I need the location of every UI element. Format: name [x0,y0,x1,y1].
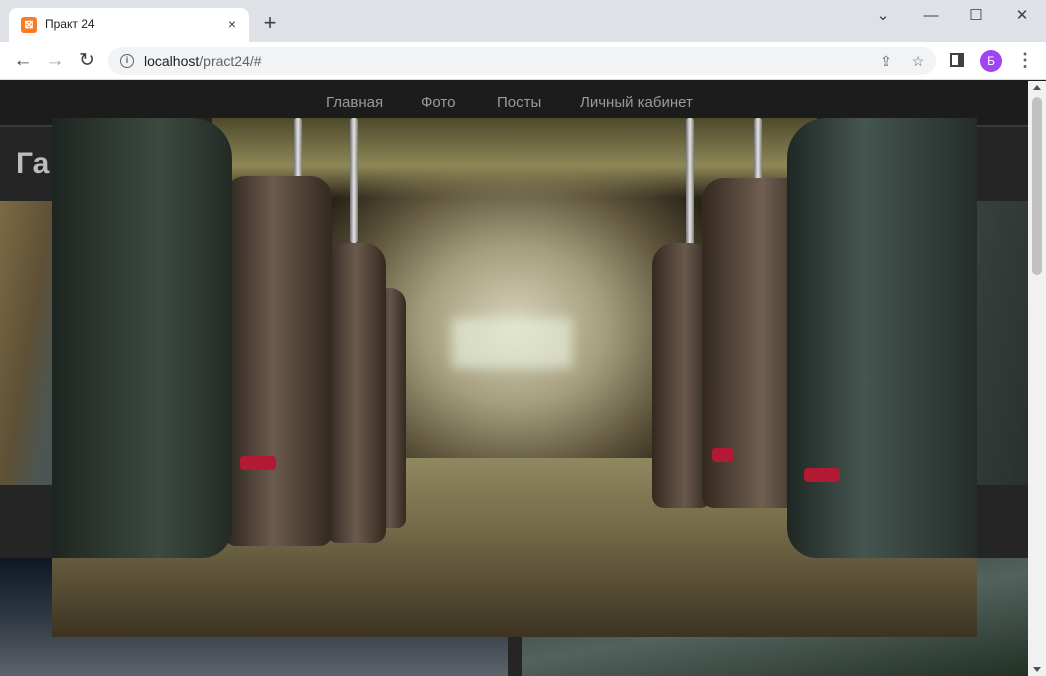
url-host: localhost [144,53,200,69]
photo-seat [787,118,977,558]
url-path: /pract24/# [199,53,262,69]
xampp-icon: ⊠ [21,17,37,33]
share-icon[interactable]: ⇪ [876,51,896,71]
page-viewport: Главная Фото Посты Личный кабинет Га [0,81,1028,676]
side-panel-icon[interactable] [950,53,964,67]
nav-link-posts[interactable]: Посты [497,94,541,111]
close-window-button[interactable]: ✕ [1005,4,1039,28]
scroll-up-arrow-icon[interactable] [1033,85,1041,90]
gallery-heading: Га [16,147,50,180]
browser-menu-icon[interactable]: ⋮ [1016,50,1034,72]
nav-link-account[interactable]: Личный кабинет [580,94,693,111]
browser-titlebar: ⊠ Практ 24 × + ⌄ — ☐ ✕ [0,0,1046,42]
close-tab-icon[interactable]: × [223,15,241,33]
browser-tab[interactable]: ⊠ Практ 24 × [9,8,249,42]
site-info-icon[interactable]: i [120,54,134,68]
photo-red-cushion [240,456,276,470]
profile-avatar[interactable]: Б [980,50,1002,72]
forward-icon[interactable]: → [42,48,68,74]
scroll-down-arrow-icon[interactable] [1033,667,1041,672]
photo-pole [686,118,694,248]
photo-red-cushion [712,448,734,462]
photo-pole [294,118,302,178]
maximize-button[interactable]: ☐ [959,4,993,28]
photo-seat [52,118,232,558]
scrollbar-thumb[interactable] [1032,97,1042,275]
nav-link-photo[interactable]: Фото [421,94,455,111]
nav-link-home[interactable]: Главная [326,94,383,111]
photo-door-light [452,318,572,368]
photo-pole [350,118,358,243]
url-text[interactable]: localhost/pract24/# [144,53,262,69]
lightbox-photo[interactable] [52,118,977,637]
new-tab-button[interactable]: + [258,12,282,36]
photo-seat [224,176,332,546]
back-icon[interactable]: ← [10,48,36,74]
reload-icon[interactable]: ↻ [74,48,100,74]
page-scrollbar[interactable] [1028,81,1046,676]
photo-seat [326,243,386,543]
photo-red-cushion [804,468,840,482]
minimize-button[interactable]: — [914,4,948,28]
address-bar[interactable]: i localhost/pract24/# ⇪ ☆ [108,47,936,75]
tab-search-chevron-icon[interactable]: ⌄ [866,4,900,28]
tab-title: Практ 24 [45,17,95,31]
bookmark-star-icon[interactable]: ☆ [908,51,928,71]
browser-toolbar: ← → ↻ i localhost/pract24/# ⇪ ☆ Б ⋮ [0,42,1046,80]
